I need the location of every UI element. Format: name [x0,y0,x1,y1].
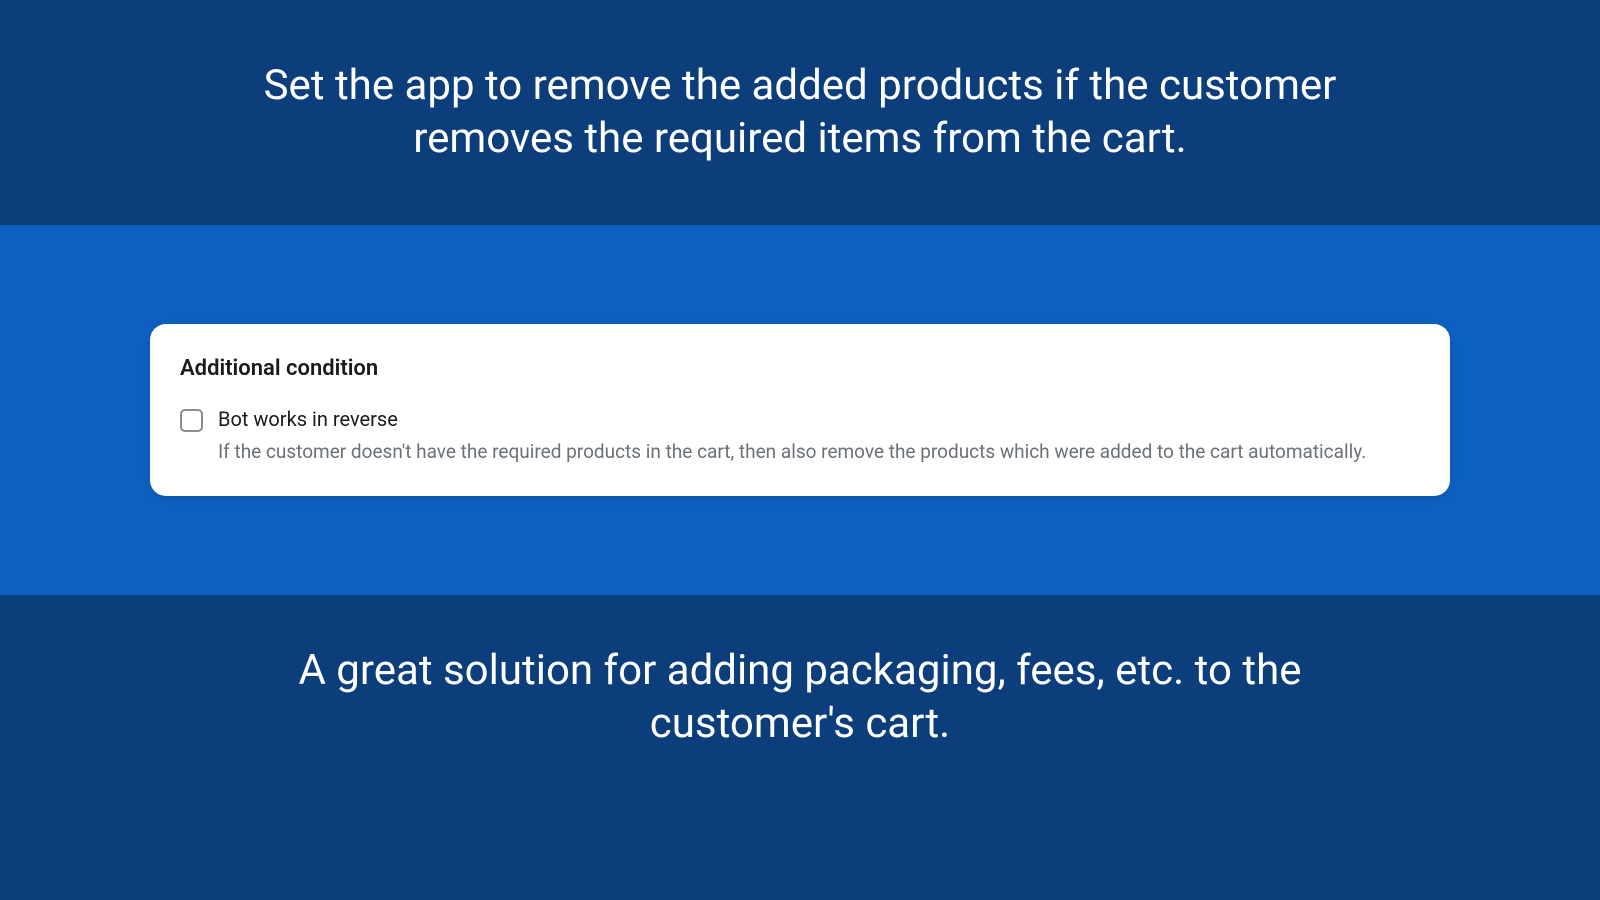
checkbox-description: If the customer doesn't have the require… [218,439,1366,466]
bottom-band: A great solution for adding packaging, f… [0,595,1600,900]
bottom-heading: A great solution for adding packaging, f… [250,645,1350,750]
checkbox-label: Bot works in reverse [218,407,1366,431]
top-heading: Set the app to remove the added products… [250,60,1350,165]
top-band: Set the app to remove the added products… [0,0,1600,225]
settings-card: Additional condition Bot works in revers… [150,324,1450,496]
card-title: Additional condition [180,356,1420,381]
middle-band: Additional condition Bot works in revers… [0,225,1600,595]
checkbox-content: Bot works in reverse If the customer doe… [218,407,1366,466]
reverse-checkbox[interactable] [180,409,203,432]
checkbox-row: Bot works in reverse If the customer doe… [180,407,1420,466]
